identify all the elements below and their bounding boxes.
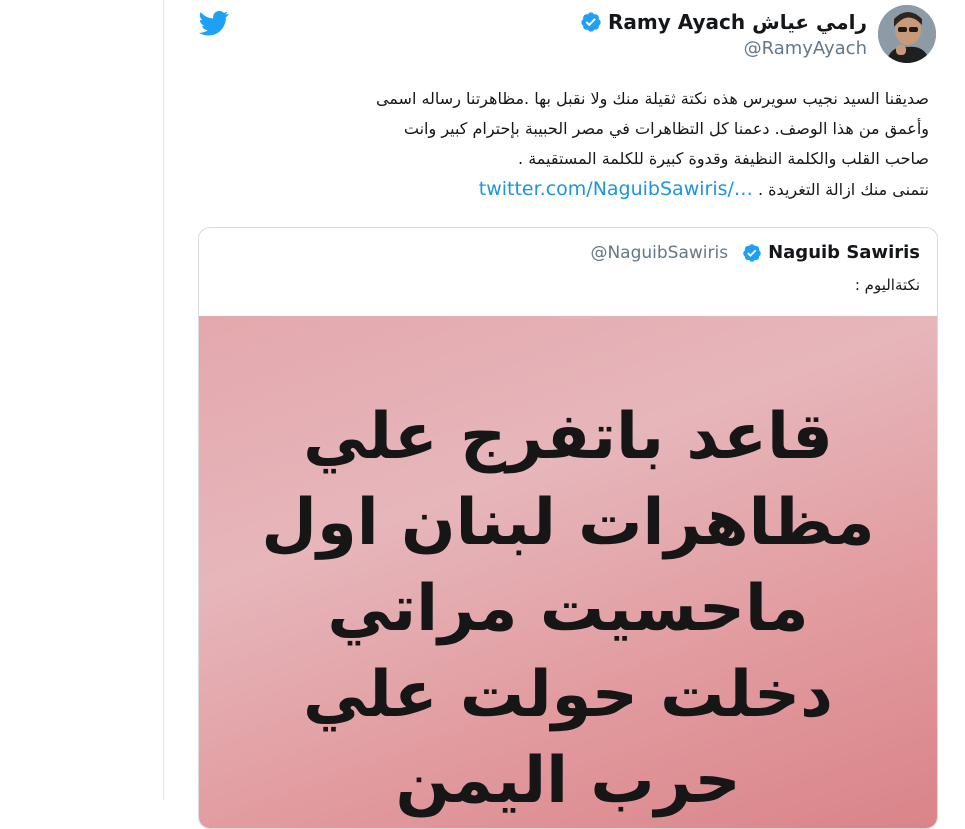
image-line-4: دخلت حولت علي: [302, 658, 834, 732]
verified-badge-icon: [581, 12, 601, 32]
avatar-image: [878, 5, 936, 63]
tweet-text: صديقنا السيد نجيب سويرس هذه نكتة ثقيلة م…: [239, 84, 929, 205]
author-display-name[interactable]: Ramy Ayach رامي عياش: [580, 10, 867, 34]
author-name-text: Ramy Ayach رامي عياش: [608, 10, 867, 34]
tweet-line-4: نتمنى منك ازالة التغريدة . twitter.com/N…: [239, 174, 929, 205]
tweet-line-3: صاحب القلب والكلمة النظيفة وقدوة كبيرة ل…: [518, 149, 929, 168]
image-line-5: حرب اليمن: [395, 744, 741, 818]
twitter-bird-icon[interactable]: [196, 8, 232, 38]
quoted-text: نكتةاليوم :: [854, 276, 920, 294]
quoted-handle: @NaguibSawiris: [590, 242, 729, 263]
avatar[interactable]: [878, 5, 936, 63]
quoted-image-text: قاعد باتفرج علي مظاهرات لبنان اول ماحسيت…: [199, 394, 937, 824]
verified-badge-icon: [743, 243, 761, 262]
tweet-line-4-text: نتمنى منك ازالة التغريدة .: [752, 180, 929, 199]
image-line-3: ماحسيت مراتي: [327, 572, 809, 646]
image-line-2: مظاهرات لبنان اول: [261, 486, 875, 560]
quoted-author[interactable]: @NaguibSawiris Naguib Sawiris: [590, 242, 920, 263]
tweet-line-2: وأعمق من هذا الوصف. دعمنا كل التظاهرات ف…: [403, 119, 929, 138]
column-divider: [163, 0, 164, 800]
tweet-line-1: صديقنا السيد نجيب سويرس هذه نكتة ثقيلة م…: [375, 89, 929, 108]
tweet-link[interactable]: twitter.com/NaguibSawiris/…: [479, 178, 753, 200]
author-handle[interactable]: @RamyAyach: [744, 38, 867, 59]
quoted-image[interactable]: قاعد باتفرج علي مظاهرات لبنان اول ماحسيت…: [199, 316, 937, 828]
quoted-tweet-card[interactable]: @NaguibSawiris Naguib Sawiris نكتةاليوم …: [198, 227, 938, 829]
quoted-display-name: Naguib Sawiris: [768, 242, 920, 263]
image-line-1: قاعد باتفرج علي: [303, 400, 833, 474]
